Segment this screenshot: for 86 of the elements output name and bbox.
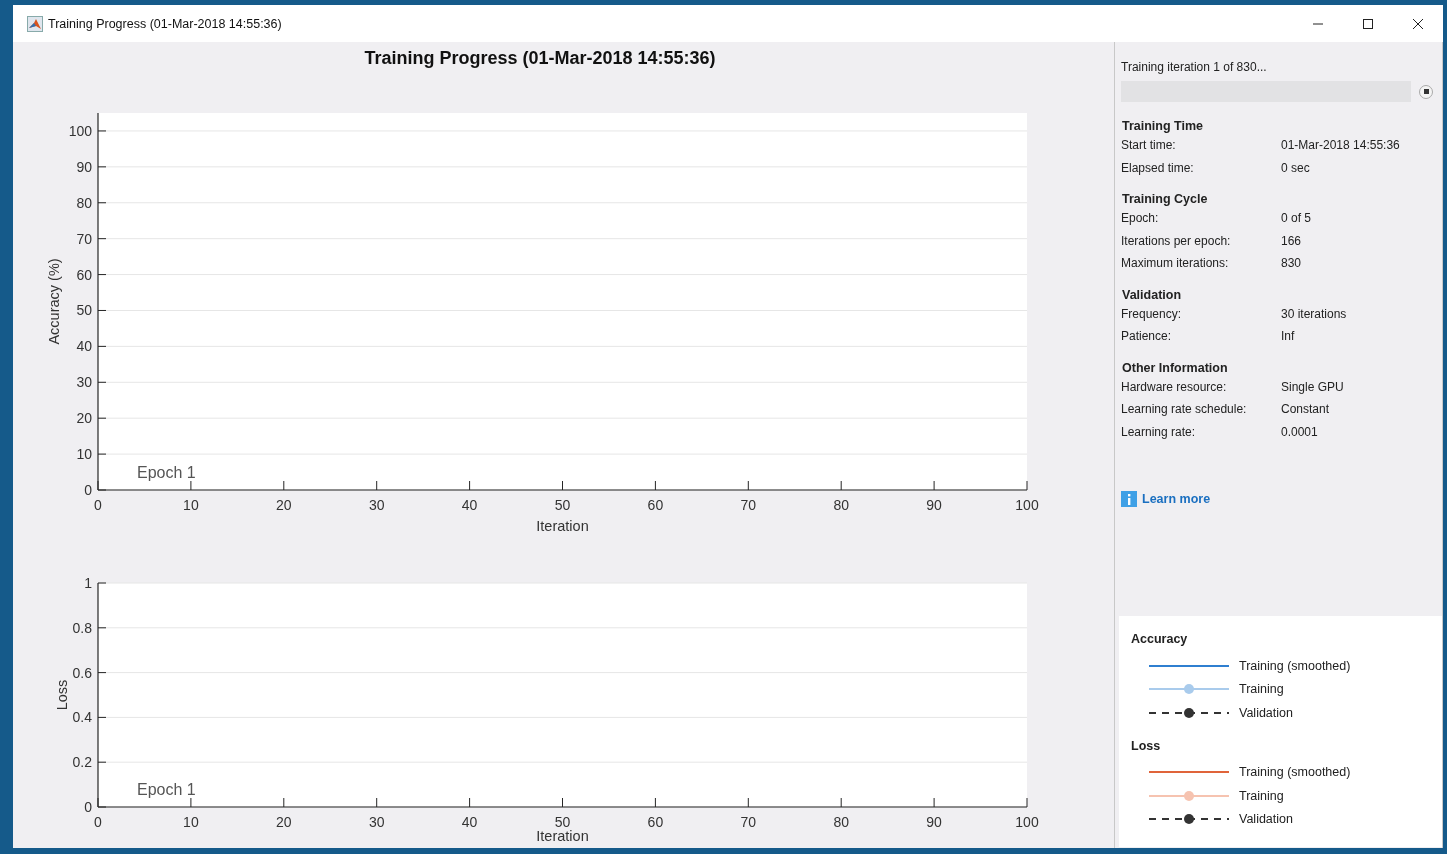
- x-tick-label: 80: [833, 497, 849, 513]
- x-tick-label: 20: [276, 497, 292, 513]
- info-value: 830: [1281, 256, 1302, 272]
- legend-label: Validation: [1239, 705, 1293, 720]
- legend-label: Training: [1239, 682, 1284, 697]
- x-tick-label: 50: [554, 497, 571, 513]
- stop-button[interactable]: [1419, 84, 1433, 99]
- info-value: 01-Mar-2018 14:55:36: [1281, 138, 1400, 154]
- info-value: Inf: [1281, 329, 1295, 345]
- legend-label: Training (smoothed): [1239, 658, 1351, 673]
- x-tick-label: 10: [183, 814, 199, 830]
- info-label: Hardware resource:: [1121, 379, 1228, 396]
- info-icon: [1121, 491, 1137, 507]
- info-value: 166: [1281, 233, 1302, 250]
- section-heading: Training Cycle: [1122, 192, 1209, 206]
- x-tick-label: 50: [554, 814, 571, 830]
- x-tick-label: 40: [461, 497, 478, 513]
- maximize-icon: [1362, 17, 1374, 30]
- info-value: 0.0001: [1281, 424, 1318, 441]
- x-tick-label: 90: [926, 814, 942, 830]
- section-heading: Other Information: [1122, 360, 1229, 375]
- window-title: Training Progress (01-Mar-2018 14:55:36): [48, 16, 282, 31]
- y-tick-label: 0.8: [72, 619, 92, 636]
- x-tick-label: 30: [368, 814, 385, 830]
- x-tick-label: 100: [1015, 814, 1039, 830]
- legend-heading: Loss: [1131, 738, 1162, 753]
- plot-title: Training Progress (01-Mar-2018 14:55:36): [363, 48, 717, 69]
- app-icon: [27, 15, 43, 32]
- section-heading: Training Time: [1122, 119, 1205, 133]
- y-tick-label: 10: [76, 446, 92, 463]
- info-value: Constant: [1281, 402, 1330, 418]
- x-tick-label: 70: [740, 814, 757, 830]
- info-value: 30 iterations: [1281, 306, 1347, 323]
- info-value: Single GPU: [1281, 379, 1344, 396]
- info-value: 0 of 5: [1281, 211, 1312, 227]
- section-heading: Validation: [1122, 287, 1183, 302]
- info-label: Start time:: [1121, 138, 1177, 154]
- info-label: Frequency:: [1121, 306, 1183, 323]
- x-tick-label: 20: [276, 814, 292, 830]
- x-tick-label: 60: [647, 814, 664, 830]
- y-tick-label: 0.4: [72, 709, 92, 726]
- y-tick-label: 100: [68, 122, 92, 139]
- x-tick-label: 80: [833, 814, 849, 830]
- x-tick-label: 0: [94, 497, 102, 513]
- y-tick-label: 50: [76, 302, 92, 319]
- progress-text: Training iteration 1 of 830...: [1121, 60, 1268, 74]
- info-label: Learning rate schedule:: [1121, 402, 1248, 418]
- learn-more-link[interactable]: Learn more: [1142, 492, 1211, 506]
- epoch-label: Epoch 1: [137, 781, 196, 798]
- x-tick-label: 100: [1015, 497, 1039, 513]
- y-tick-label: 60: [76, 266, 92, 283]
- info-label: Maximum iterations:: [1121, 256, 1230, 272]
- legend-label: Training (smoothed): [1239, 765, 1351, 780]
- y-tick-label: 70: [76, 230, 92, 247]
- y-tick-label: 40: [76, 338, 92, 355]
- info-label: Patience:: [1121, 329, 1173, 345]
- legend-label: Training: [1239, 788, 1284, 803]
- y-axis-label: Loss: [54, 679, 70, 711]
- x-tick-label: 40: [461, 814, 478, 830]
- y-tick-label: 0: [84, 799, 92, 815]
- y-tick-label: 30: [76, 374, 92, 391]
- y-tick-label: 0.2: [72, 754, 92, 771]
- x-axis-label: Iteration: [536, 518, 589, 534]
- x-tick-label: 70: [740, 497, 757, 513]
- info-label: Learning rate:: [1121, 424, 1197, 441]
- legend-label: Validation: [1239, 812, 1293, 827]
- x-axis-label: Iteration: [536, 828, 589, 844]
- y-tick-label: 1: [84, 575, 92, 591]
- close-icon: [1412, 17, 1424, 30]
- y-tick-label: 90: [76, 158, 92, 175]
- info-value: 0 sec: [1281, 160, 1310, 177]
- x-tick-label: 30: [368, 497, 385, 513]
- info-label: Elapsed time:: [1121, 160, 1195, 177]
- epoch-label: Epoch 1: [137, 464, 196, 481]
- y-tick-label: 20: [76, 410, 92, 427]
- x-tick-label: 0: [94, 814, 102, 830]
- info-label: Epoch:: [1121, 211, 1160, 227]
- x-tick-label: 90: [926, 497, 942, 513]
- y-tick-label: 0.6: [72, 664, 92, 681]
- info-label: Iterations per epoch:: [1121, 233, 1232, 250]
- y-axis-label: Accuracy (%): [46, 258, 62, 345]
- y-tick-label: 0: [84, 482, 92, 498]
- legend-heading: Accuracy: [1131, 632, 1189, 646]
- x-tick-label: 60: [647, 497, 664, 513]
- x-tick-label: 10: [183, 497, 199, 513]
- y-tick-label: 80: [76, 194, 92, 211]
